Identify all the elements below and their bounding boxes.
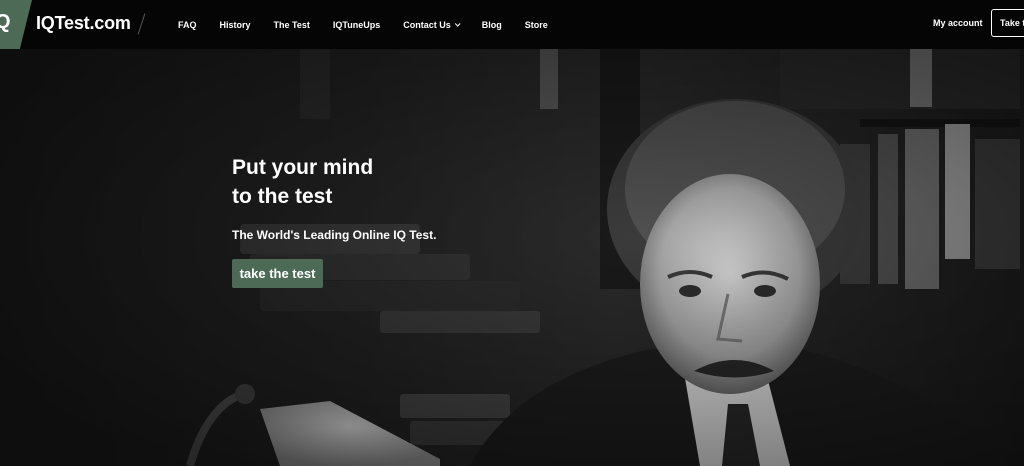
- main-nav: FAQ History The Test IQTuneUps Contact U…: [178, 0, 571, 49]
- nav-item-contact-us-label: Contact Us: [403, 19, 451, 30]
- hero-section: Put your mind to the test The World's Le…: [0, 49, 1024, 466]
- my-account-link[interactable]: My account: [933, 17, 983, 29]
- nav-item-the-test[interactable]: The Test: [274, 19, 310, 31]
- top-navbar: Q IQTest.com FAQ History The Test IQTune…: [0, 0, 1024, 49]
- hero-tagline: The World's Leading Online IQ Test.: [232, 228, 437, 242]
- nav-item-history[interactable]: History: [220, 19, 251, 31]
- nav-item-iqtuneups[interactable]: IQTuneUps: [333, 19, 380, 31]
- nav-item-contact-us[interactable]: Contact Us: [403, 19, 461, 31]
- site-logo-text[interactable]: IQTest.com: [36, 12, 131, 34]
- hero-headline: Put your mind to the test: [232, 153, 373, 211]
- nav-item-blog[interactable]: Blog: [482, 19, 502, 31]
- hero-background-photo: [0, 49, 1024, 466]
- nav-take-test-button[interactable]: Take the test: [991, 9, 1024, 37]
- take-the-test-button[interactable]: take the test: [232, 259, 323, 288]
- nav-item-store[interactable]: Store: [525, 19, 548, 31]
- logo-mark[interactable]: Q: [0, 11, 11, 33]
- nav-item-faq[interactable]: FAQ: [178, 19, 197, 31]
- logo-divider: [137, 13, 146, 35]
- hero-headline-line2: to the test: [232, 185, 333, 208]
- chevron-down-icon: [454, 20, 461, 27]
- hero-headline-line1: Put your mind: [232, 156, 374, 179]
